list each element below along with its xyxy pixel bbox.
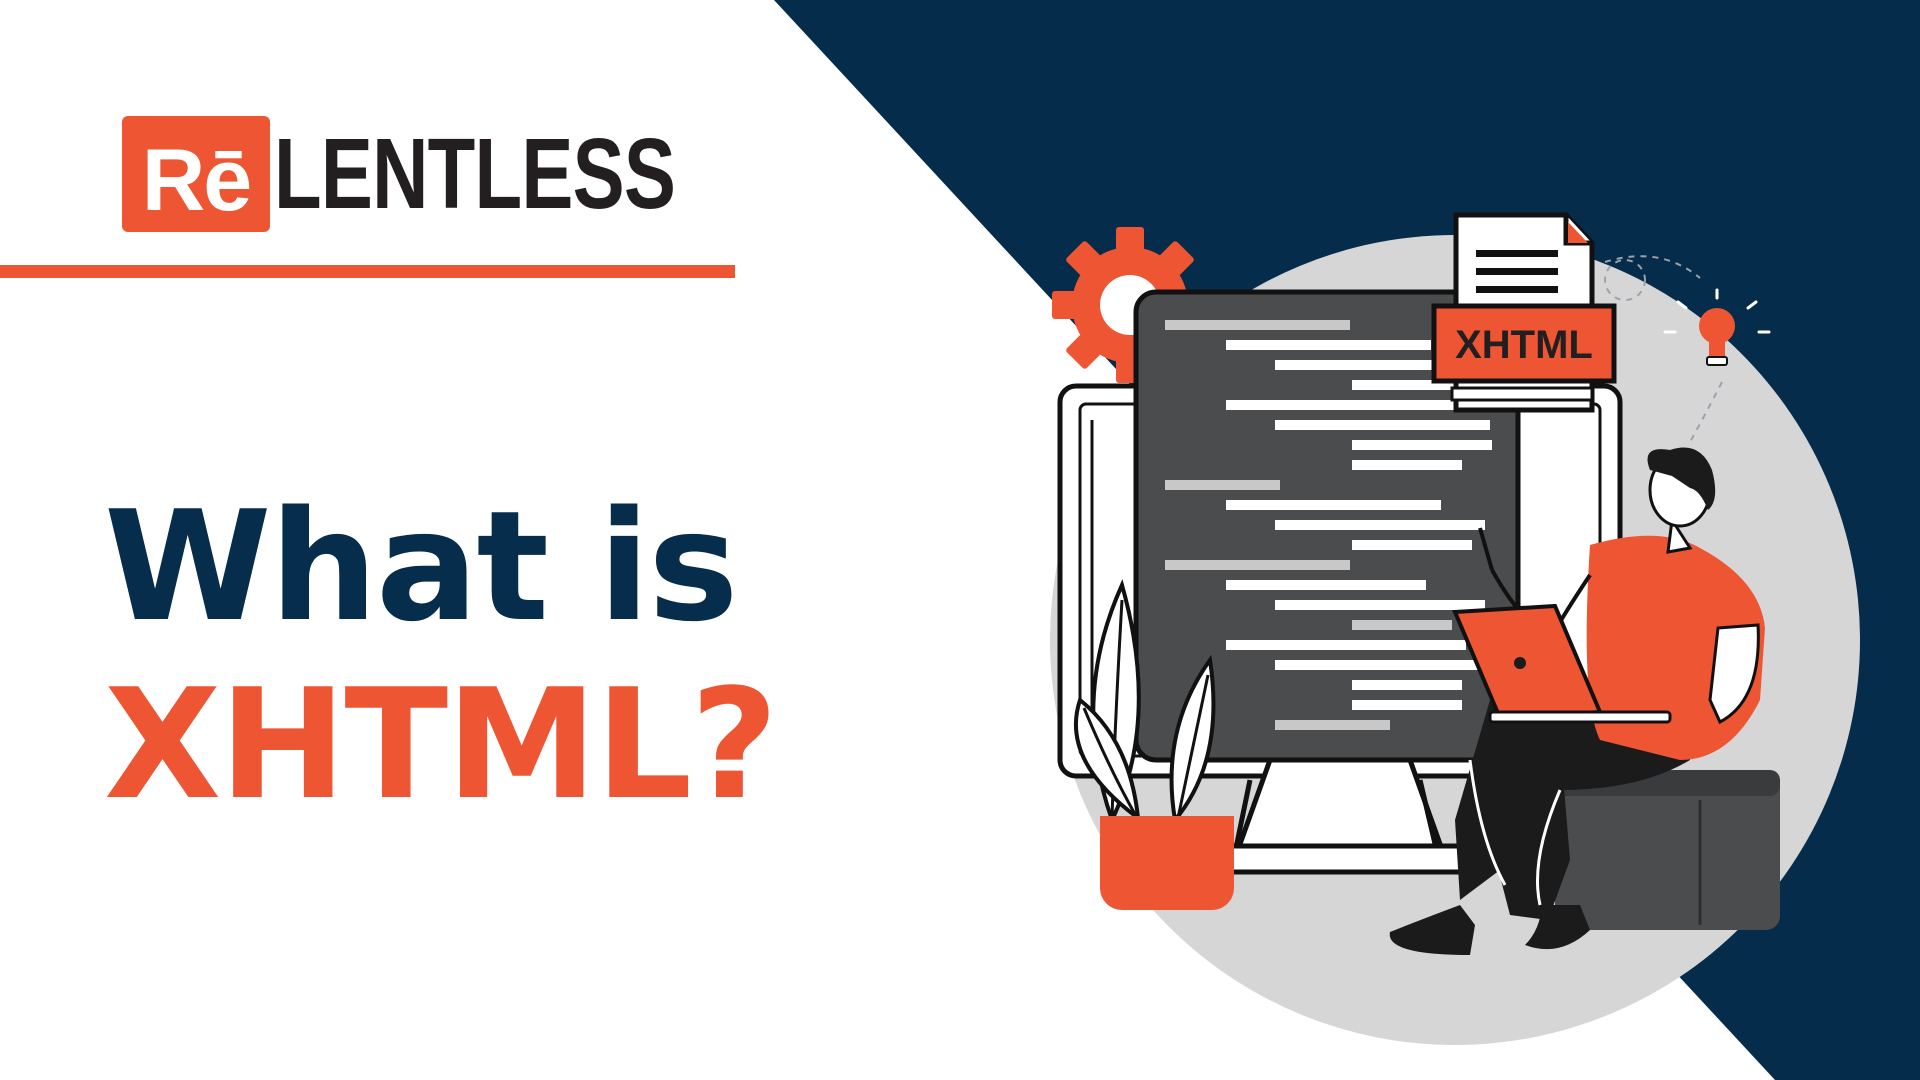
logo-badge: Rē: [122, 116, 270, 232]
bench: [1555, 770, 1780, 930]
thumbnail-canvas: XHTML Rē LENTLESS What is XHTML?: [0, 0, 1920, 1080]
headline-line-2: XHTML?: [104, 656, 778, 833]
headline-line-1: What is: [104, 478, 739, 655]
logo-wordmark: LENTLESS: [274, 118, 676, 230]
logo-underline-rule: [0, 265, 735, 278]
logo-badge-text: Rē: [141, 130, 252, 229]
xhtml-document-icon: [1431, 212, 1617, 413]
monitor-base: [1197, 843, 1483, 875]
xhtml-tag-label: XHTML: [1455, 323, 1593, 367]
relentless-logo: Rē LENTLESS: [122, 116, 788, 232]
monitor-stand: [1231, 757, 1449, 861]
